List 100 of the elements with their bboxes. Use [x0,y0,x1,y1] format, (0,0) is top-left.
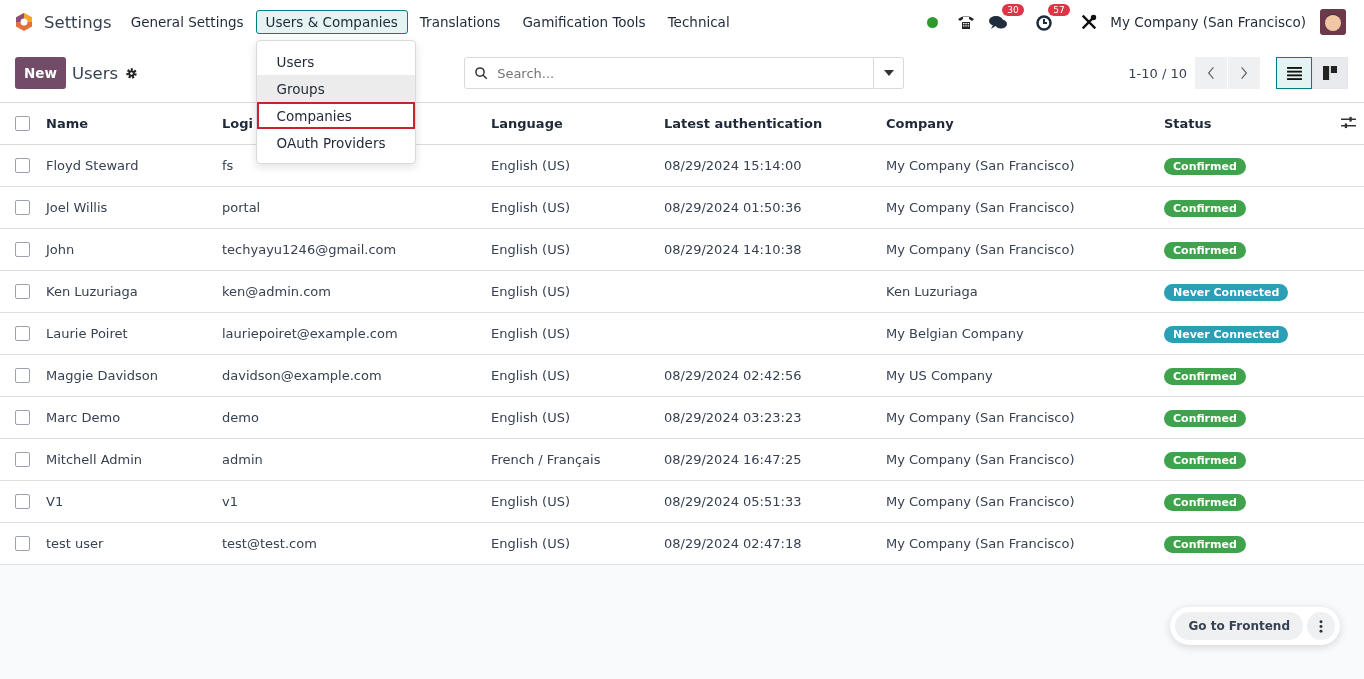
list-icon [1286,66,1302,80]
row-checkbox[interactable] [15,536,30,551]
kebab-icon [1319,619,1323,633]
row-checkbox[interactable] [15,200,30,215]
row-checkbox[interactable] [15,410,30,425]
status-tag: Confirmed [1164,494,1246,511]
table-cell: My Company (San Francisco) [885,228,1163,271]
table-cell: English (US) [490,312,663,355]
table-cell: French / Français [490,438,663,481]
list-view-button[interactable] [1276,57,1312,89]
table-cell: 08/29/2024 15:14:00 [663,144,885,187]
column-header[interactable]: Name [45,103,221,145]
kanban-icon [1323,66,1337,80]
row-checkbox[interactable] [15,284,30,299]
column-header[interactable]: Status [1163,103,1335,145]
table-cell: v1 [221,480,490,523]
go-to-frontend-button[interactable]: Go to Frontend [1175,612,1303,640]
previous-button[interactable] [1195,57,1227,89]
status-tag: Confirmed [1164,368,1246,385]
row-checkbox[interactable] [15,158,30,173]
menu-tab[interactable]: Translations [409,10,511,34]
column-options-icon[interactable] [1341,115,1356,129]
search-icon [474,66,490,81]
status-tag: Confirmed [1164,410,1246,427]
table-cell: My Company (San Francisco) [885,396,1163,439]
table-cell: 08/29/2024 03:23:23 [663,396,885,439]
table-cell: Joel Willis [45,186,221,229]
dropdown-item[interactable]: Companies [256,102,415,129]
more-options-button[interactable] [1307,612,1335,640]
row-checkbox[interactable] [15,242,30,257]
table-cell: Mitchell Admin [45,438,221,481]
table-cell: portal [221,186,490,229]
dropdown-item[interactable]: Users [256,48,415,75]
column-header[interactable]: Latest authentication [663,103,885,145]
next-button[interactable] [1228,57,1260,89]
column-header[interactable]: Language [490,103,663,145]
table-cell: Ken Luzuriaga [45,270,221,313]
status-tag: Never Connected [1164,284,1289,301]
table-cell: English (US) [490,228,663,271]
menu-tab[interactable]: Users & Companies [255,10,408,34]
table-cell: My Company (San Francisco) [885,522,1163,565]
table-cell: Floyd Steward [45,144,221,187]
table-cell: test@test.com [221,522,490,565]
activity-count-badge: 57 [1048,4,1070,16]
table-cell: lauriepoiret@example.com [221,312,490,355]
table-cell: Laurie Poiret [45,312,221,355]
chevron-right-icon [1240,66,1248,80]
menu-tab[interactable]: Gamification Tools [512,10,656,34]
table-cell: My Company (San Francisco) [885,480,1163,523]
table-cell: techyayu1246@gmail.com [221,228,490,271]
pager-value[interactable]: 1-10 / 10 [1128,65,1187,81]
table-cell: English (US) [490,522,663,565]
dropdown-item[interactable]: Groups [256,75,415,102]
menu-tab[interactable]: Technical [657,10,740,34]
status-tag: Confirmed [1164,200,1246,217]
table-cell: English (US) [490,480,663,523]
company-switcher[interactable]: My Company (San Francisco) [1110,14,1306,30]
table-cell: admin [221,438,490,481]
table-cell: English (US) [490,354,663,397]
search-options-button[interactable] [874,57,905,89]
app-logo-icon[interactable] [14,12,34,32]
row-checkbox[interactable] [15,368,30,383]
table-cell: Ken Luzuriaga [885,270,1163,313]
table-cell: davidson@example.com [221,354,490,397]
table-cell: 08/29/2024 16:47:25 [663,438,885,481]
caret-icon [883,70,894,76]
search-field[interactable]: Search... [464,57,875,89]
page-title: Users [71,63,119,83]
table-cell: English (US) [490,270,663,313]
table-cell: John [45,228,221,271]
row-checkbox[interactable] [15,494,30,509]
select-all-checkbox[interactable] [15,116,30,131]
status-tag: Confirmed [1164,452,1246,469]
table-cell: English (US) [490,186,663,229]
new-button[interactable]: New [15,57,66,89]
row-checkbox[interactable] [15,326,30,341]
avatar-icon[interactable] [1320,9,1346,35]
table-cell: 08/29/2024 14:10:38 [663,228,885,271]
table-cell: ken@admin.com [221,270,490,313]
table-cell: My Company (San Francisco) [885,144,1163,187]
status-tag: Confirmed [1164,158,1246,175]
clock-icon[interactable] [1034,12,1055,32]
settings-icon[interactable] [125,66,139,80]
status-tag: Confirmed [1164,242,1246,259]
table-cell: My Company (San Francisco) [885,186,1163,229]
table-cell: 08/29/2024 05:51:33 [663,480,885,523]
table-cell: test user [45,522,221,565]
table-cell: My US Company [885,354,1163,397]
app-name[interactable]: Settings [44,12,112,32]
table-cell: 08/29/2024 02:42:56 [663,354,885,397]
table-cell: demo [221,396,490,439]
table-cell: 08/29/2024 01:50:36 [663,186,885,229]
table-cell: English (US) [490,396,663,439]
kanban-view-button[interactable] [1312,57,1348,89]
menu-tab[interactable]: General Settings [120,10,254,34]
row-checkbox[interactable] [15,452,30,467]
table-cell: V1 [45,480,221,523]
column-header[interactable]: Company [885,103,1163,145]
table-cell: Maggie Davidson [45,354,221,397]
status-tag: Never Connected [1164,326,1289,343]
